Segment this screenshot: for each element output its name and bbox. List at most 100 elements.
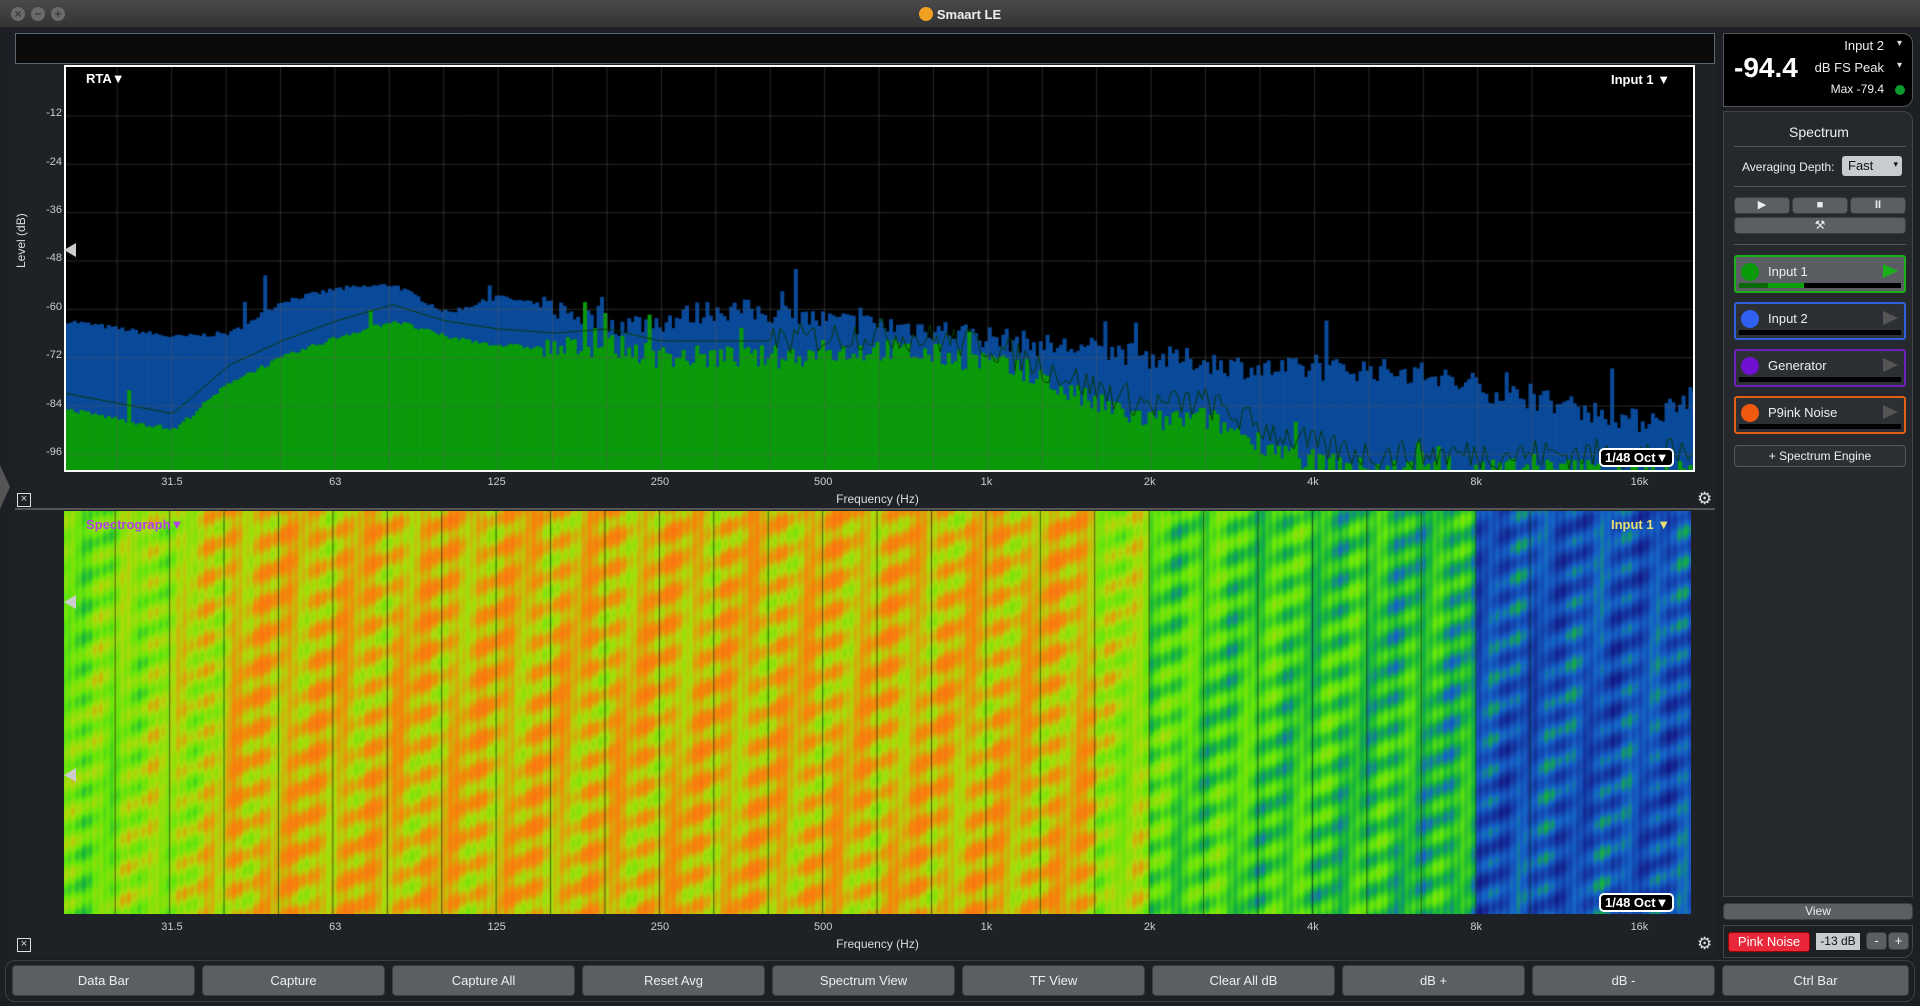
toolbar-data-bar-button[interactable]: Data Bar xyxy=(12,965,195,996)
x-tick: 63 xyxy=(329,921,342,933)
engine-name: Input 2 xyxy=(1768,311,1808,326)
engine-run-toggle-icon[interactable] xyxy=(1883,311,1898,325)
toolbar-capture-button[interactable]: Capture xyxy=(202,965,385,996)
x-tick: 4k xyxy=(1307,476,1319,488)
app-logo-icon xyxy=(918,7,933,21)
engine-name: Generator xyxy=(1768,358,1827,373)
pink-noise-generator-button[interactable]: Pink Noise xyxy=(1728,932,1810,952)
toolbar-capture-all-button[interactable]: Capture All xyxy=(392,965,575,996)
title-bar: × − + Smaart LE xyxy=(0,0,1920,28)
x-tick: 63 xyxy=(329,476,342,488)
y-tick: -24 xyxy=(46,155,62,168)
spectrograph-settings-gear-icon[interactable]: ⚙ xyxy=(1697,934,1712,954)
view-button[interactable]: View xyxy=(1723,903,1913,920)
spectrograph-plot[interactable] xyxy=(64,511,1691,914)
x-tick: 8k xyxy=(1470,921,1482,933)
x-tick: 31.5 xyxy=(161,921,183,933)
engine-input-2[interactable]: Input 2 xyxy=(1734,302,1906,340)
window-title: Smaart LE xyxy=(0,7,1920,22)
toolbar-clear-all-db-button[interactable]: Clear All dB xyxy=(1152,965,1335,996)
meter-unit-dropdown[interactable]: dB FS Peak xyxy=(1815,60,1884,75)
x-tick: 250 xyxy=(650,476,670,488)
rta-mode-dropdown[interactable]: RTA▼ xyxy=(86,71,125,86)
y-tick: -48 xyxy=(46,252,62,265)
y-tick: -72 xyxy=(46,349,62,362)
engine-color-icon xyxy=(1741,404,1759,422)
play-button[interactable]: ▶ xyxy=(1734,197,1790,214)
level-meter: -94.4 Input 2 ▾ dB FS Peak ▾ Max -79.4 xyxy=(1723,33,1913,107)
sidebar-expand-handle[interactable] xyxy=(0,465,10,509)
y-tick: -36 xyxy=(46,204,62,217)
toolbar-db--button[interactable]: dB + xyxy=(1342,965,1525,996)
upper-threshold-marker-handle[interactable] xyxy=(64,595,76,609)
close-plot-button[interactable]: × xyxy=(17,493,31,507)
y-tick: -60 xyxy=(46,300,62,313)
y-tick: -12 xyxy=(46,107,62,120)
engine-name: P9ink Noise xyxy=(1768,405,1838,420)
spectrograph-input-dropdown[interactable]: Input 1 ▼ xyxy=(1611,517,1670,532)
rta-plot[interactable] xyxy=(64,65,1695,472)
x-tick: 16k xyxy=(1630,921,1649,933)
data-bar xyxy=(15,33,1715,64)
x-tick: 1k xyxy=(980,921,993,933)
x-tick: 125 xyxy=(487,476,506,488)
lower-threshold-marker-handle[interactable] xyxy=(64,768,76,782)
rta-input-dropdown[interactable]: Input 1 ▼ xyxy=(1611,72,1670,87)
plot-settings-gear-icon[interactable]: ⚙ xyxy=(1697,489,1712,509)
y-tick: -84 xyxy=(46,397,62,410)
tools-button[interactable]: ⚒ xyxy=(1734,217,1906,234)
x-tick: 16k xyxy=(1630,476,1649,488)
x-tick: 2k xyxy=(1143,476,1156,488)
add-spectrum-engine-button[interactable]: + Spectrum Engine xyxy=(1734,445,1906,467)
engine-color-icon xyxy=(1741,310,1759,328)
engine-generator[interactable]: Generator xyxy=(1734,349,1906,387)
stop-button[interactable]: ■ xyxy=(1792,197,1848,214)
averaging-depth-value: Fast xyxy=(1848,158,1874,173)
window-title-text: Smaart LE xyxy=(936,7,1002,22)
meter-source-dropdown[interactable]: Input 2 xyxy=(1844,38,1884,53)
threshold-marker-handle[interactable] xyxy=(64,243,76,257)
toolbar-tf-view-button[interactable]: TF View xyxy=(962,965,1145,996)
meter-value: -94.4 xyxy=(1734,52,1798,83)
averaging-depth-select[interactable]: Fast ▾ xyxy=(1842,156,1902,176)
engine-color-icon xyxy=(1741,357,1759,375)
engine-level-meter xyxy=(1739,377,1901,382)
averaging-depth-label: Averaging Depth: xyxy=(1742,160,1835,174)
x-axis-label: Frequency (Hz) xyxy=(836,492,919,506)
x-tick: 1k xyxy=(980,476,993,488)
x-tick: 500 xyxy=(813,921,833,933)
x-tick: 500 xyxy=(813,476,833,488)
generator-level-down-button[interactable]: - xyxy=(1866,932,1887,950)
spectrograph-x-axis-label: Frequency (Hz) xyxy=(836,937,919,951)
spectrograph-resolution-dropdown[interactable]: 1/48 Oct▼ xyxy=(1599,893,1675,912)
x-tick: 8k xyxy=(1470,476,1482,488)
x-tick: 2k xyxy=(1143,921,1156,933)
engine-run-toggle-icon[interactable] xyxy=(1883,405,1898,419)
y-tick: -96 xyxy=(46,445,62,458)
engine-run-toggle-icon[interactable] xyxy=(1883,358,1898,372)
close-spectrograph-button[interactable]: × xyxy=(17,938,31,952)
engine-run-toggle-icon[interactable] xyxy=(1883,264,1898,278)
toolbar-db--button[interactable]: dB - xyxy=(1532,965,1715,996)
engine-name: Input 1 xyxy=(1768,264,1808,279)
control-panel: Spectrum Averaging Depth: Fast ▾ ▶ ■ II ⚒… xyxy=(1723,111,1913,897)
x-tick: 250 xyxy=(650,921,670,933)
panel-title: Spectrum xyxy=(1789,124,1849,140)
engine-color-icon xyxy=(1741,263,1759,281)
engine-level-meter xyxy=(1739,424,1901,429)
generator-level: -13 dB xyxy=(1816,933,1860,950)
engine-input-1[interactable]: Input 1 xyxy=(1734,255,1906,293)
y-axis-label: Level (dB) xyxy=(14,213,28,268)
status-indicator xyxy=(1895,85,1905,95)
engine-level-meter xyxy=(1739,330,1901,335)
toolbar-spectrum-view-button[interactable]: Spectrum View xyxy=(772,965,955,996)
spectrograph-mode-dropdown[interactable]: Spectrograph▼ xyxy=(86,517,183,532)
toolbar-ctrl-bar-button[interactable]: Ctrl Bar xyxy=(1722,965,1909,996)
x-tick: 4k xyxy=(1307,921,1319,933)
engine-p9ink-noise[interactable]: P9ink Noise xyxy=(1734,396,1906,434)
toolbar-reset-avg-button[interactable]: Reset Avg xyxy=(582,965,765,996)
pause-button[interactable]: II xyxy=(1850,197,1906,214)
generator-level-up-button[interactable]: + xyxy=(1888,932,1909,950)
rta-resolution-dropdown[interactable]: 1/48 Oct▼ xyxy=(1599,448,1675,467)
x-tick: 31.5 xyxy=(161,476,183,488)
